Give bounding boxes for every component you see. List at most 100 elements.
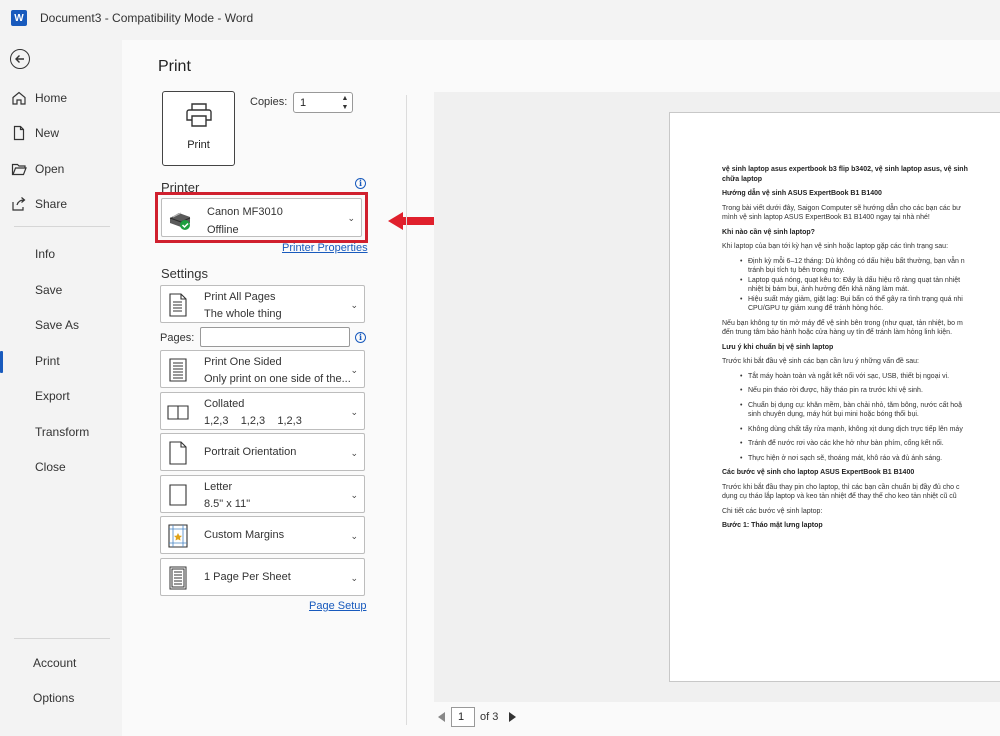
chevron-down-icon: ⌄ (347, 213, 355, 223)
preview-paragraph: đến trung tâm bảo hành hoặc cửa hàng uy … (722, 329, 953, 336)
preview-list-item: Hiệu suất máy giảm, giật lag: Bụi bẩn có… (722, 295, 1000, 305)
nav-account[interactable]: Account (0, 649, 122, 677)
chevron-down-icon: ⌄ (350, 490, 358, 500)
preview-paragraph: Nếu bạn không tự tin mở máy để vệ sinh b… (722, 319, 963, 327)
nav-save-as-label: Save As (35, 318, 80, 332)
settings-section-title: Settings (161, 266, 208, 281)
preview-list-item: nhiệt bị bám bụi, ảnh hưởng đến khả năng… (748, 286, 910, 293)
page-setup-link[interactable]: Page Setup (309, 600, 367, 612)
sides-select[interactable]: Print One Sided Only print on one side o… (160, 350, 365, 388)
title-bar: W Document3 - Compatibility Mode - Word (0, 0, 1000, 36)
word-app-icon: W (11, 10, 27, 26)
nav-divider-bottom (14, 638, 110, 639)
nav-home[interactable]: Home (0, 84, 122, 112)
backstage-nav: Home New Open Share Info Save Save As Pr… (0, 36, 122, 736)
share-icon (12, 197, 26, 211)
print-range-select[interactable]: Print All Pages The whole thing ⌄ (160, 285, 365, 323)
nav-share[interactable]: Share (0, 190, 122, 218)
collation-select[interactable]: Collated 1,2,3 1,2,3 1,2,3 ⌄ (160, 392, 365, 430)
pages-info-icon[interactable]: i (355, 332, 366, 343)
chevron-down-icon: ⌄ (350, 300, 358, 310)
copies-spin-buttons[interactable]: ▲ ▼ (340, 94, 350, 112)
nav-export[interactable]: Export (0, 382, 122, 410)
preview-heading: Bước 1: Tháo mặt lưng laptop (722, 522, 823, 529)
print-preview: vệ sinh laptop asus expertbook b3 flip b… (434, 92, 1000, 702)
print-button-label: Print (187, 139, 210, 151)
nav-save-label: Save (35, 283, 63, 297)
nav-info-label: Info (35, 247, 56, 261)
print-range-desc: The whole thing (204, 308, 282, 320)
red-arrow-annotation (388, 212, 434, 230)
nav-open[interactable]: Open (0, 155, 122, 183)
current-page-input[interactable]: 1 (451, 707, 475, 727)
nav-home-label: Home (35, 91, 68, 105)
preview-list-item: Chuẩn bị dụng cụ: khăn mềm, bàn chải nhỏ… (722, 401, 1000, 411)
chevron-down-icon: ⌄ (350, 531, 358, 541)
nav-open-label: Open (35, 162, 65, 176)
print-range-label: Print All Pages (204, 291, 276, 303)
nav-save-as[interactable]: Save As (0, 311, 122, 339)
preview-paragraph: Khi laptop của bạn tới kỳ hạn vệ sinh ho… (722, 243, 949, 250)
nav-share-label: Share (35, 197, 68, 211)
nav-info[interactable]: Info (0, 240, 122, 268)
pages-per-sheet-select[interactable]: 1 Page Per Sheet ⌄ (160, 558, 365, 596)
copies-stepper[interactable]: 1 ▲ ▼ (293, 92, 353, 113)
orientation-select[interactable]: Portrait Orientation ⌄ (160, 433, 365, 471)
copies-value: 1 (300, 97, 307, 109)
printer-info-icon[interactable]: i (355, 178, 366, 189)
preview-list-item: Tránh để nước rơi vào các khe hở như bàn… (722, 439, 1000, 449)
nav-transform-label: Transform (35, 425, 90, 439)
chevron-down-icon: ⌄ (350, 448, 358, 458)
preview-heading: Hướng dẫn vệ sinh ASUS ExpertBook B1 B14… (722, 190, 882, 197)
collation-label: Collated (204, 398, 245, 410)
preview-paragraph: Trước khi bắt đầu thay pin cho laptop, t… (722, 483, 960, 491)
orientation-label: Portrait Orientation (204, 446, 297, 458)
nav-close[interactable]: Close (0, 453, 122, 481)
chevron-down-icon: ⌄ (350, 407, 358, 417)
paper-size-select[interactable]: Letter 8.5" x 11" ⌄ (160, 475, 365, 513)
window-title: Document3 - Compatibility Mode - Word (40, 11, 254, 25)
preview-list-item: Nếu pin tháo rời được, hãy tháo pin ra t… (722, 386, 1000, 396)
preview-list-item: tránh bụi tích tụ bên trong máy. (748, 267, 845, 274)
nav-print-label: Print (35, 354, 60, 368)
margins-select[interactable]: Custom Margins ⌄ (160, 516, 365, 554)
next-page-icon[interactable] (509, 712, 516, 722)
preview-paragraph: Trước khi bắt đầu vệ sinh các bạn cần lư… (722, 358, 919, 365)
pages-per-sheet-label: 1 Page Per Sheet (204, 571, 291, 583)
paper-size-icon (169, 484, 187, 506)
nav-new[interactable]: New (0, 119, 122, 147)
sides-label: Print One Sided (204, 356, 282, 368)
printer-ready-icon (169, 212, 191, 230)
printer-status: Offline (207, 224, 239, 236)
paper-size-desc: 8.5" x 11" (204, 498, 251, 510)
collation-desc: 1,2,3 1,2,3 1,2,3 (204, 415, 302, 427)
nav-save[interactable]: Save (0, 276, 122, 304)
preview-paragraph: mình vệ sinh laptop ASUS ExpertBook B1 B… (722, 214, 930, 221)
preview-list-item: sinh chuyên dụng, máy hút bụi mini hoặc … (748, 411, 919, 418)
preview-list-item: CPU/GPU tự giảm xung để tránh hỏng hóc. (748, 305, 884, 312)
folder-open-icon (11, 163, 27, 176)
nav-transform[interactable]: Transform (0, 418, 122, 446)
preview-page: vệ sinh laptop asus expertbook b3 flip b… (669, 112, 1000, 682)
nav-divider (14, 226, 110, 227)
preview-heading: Lưu ý khi chuẩn bị vệ sinh laptop (722, 343, 834, 351)
document-content: vệ sinh laptop asus expertbook b3 flip b… (722, 165, 1000, 531)
preview-heading: vệ sinh laptop asus expertbook b3 flip b… (722, 166, 968, 173)
all-pages-icon (169, 293, 187, 317)
previous-page-icon[interactable] (438, 712, 445, 722)
pages-input[interactable] (200, 327, 350, 347)
printer-name: Canon MF3010 (207, 206, 283, 218)
page-title: Print (158, 58, 191, 75)
printer-select[interactable]: Canon MF3010 Offline ⌄ (161, 198, 362, 237)
printer-highlight-box: Canon MF3010 Offline ⌄ (155, 192, 368, 243)
back-button[interactable] (10, 49, 30, 69)
chevron-down-icon: ⌄ (350, 573, 358, 583)
nav-new-label: New (35, 126, 60, 140)
preview-list-item: Laptop quá nóng, quạt kêu to: Đây là dấu… (722, 276, 1000, 286)
print-button[interactable]: Print (162, 91, 235, 166)
nav-print[interactable]: Print (0, 347, 122, 375)
copies-label: Copies: (250, 96, 288, 108)
printer-properties-link[interactable]: Printer Properties (282, 242, 368, 254)
nav-options[interactable]: Options (0, 684, 122, 712)
preview-list-item: Định kỳ mỗi 6–12 tháng: Dù không có dấu … (722, 257, 1000, 267)
